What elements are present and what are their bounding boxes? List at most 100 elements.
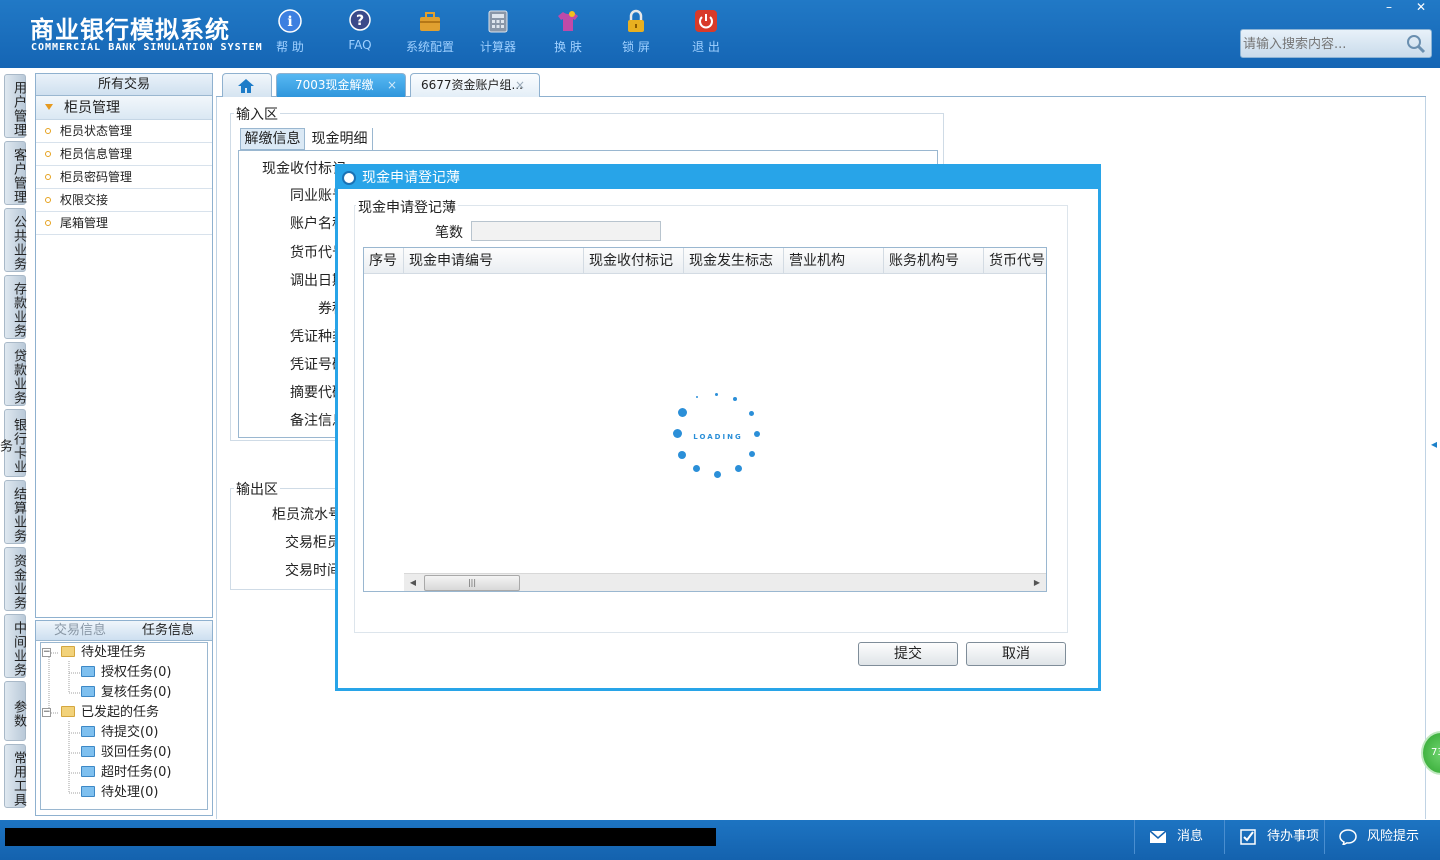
sidebar-header[interactable]: 所有交易 [36,74,212,96]
cancel-button[interactable]: 取消 [966,642,1066,666]
spinner-dot [754,431,760,437]
sidebar-item-label: 柜员状态管理 [60,124,133,138]
risk-alert-button[interactable]: 风险提示 [1324,820,1440,854]
dialog-title: 现金申请登记薄 [362,170,460,186]
sidebar-group-label: 柜员管理 [64,100,120,116]
column-header[interactable]: 现金发生标志 [684,248,784,274]
column-header[interactable]: 现金收付标记 [584,248,684,274]
close-window-button[interactable]: ✕ [1410,0,1432,16]
nav-loan-business[interactable]: 贷款业务 [4,342,26,406]
nav-parameters[interactable]: 参数 [4,681,26,741]
column-header[interactable]: 营业机构 [784,248,884,274]
toolbox-icon [420,12,440,31]
top-banner: 商业银行模拟系统 COMMERCIAL BANK SIMULATION SYST… [0,0,1440,68]
nav-customer-management[interactable]: 客户管理 [4,141,26,205]
nav-common-tools[interactable]: 常用工具 [4,744,26,808]
count-field[interactable] [471,221,661,241]
close-tab-icon[interactable]: × [515,74,525,96]
collapse-icon[interactable]: − [42,708,51,717]
minimize-button[interactable]: – [1378,0,1400,16]
todo-button[interactable]: 待办事项 [1224,820,1324,854]
nav-bank-card-business[interactable]: 银行卡业务 [0,409,26,477]
risk-alert-label: 风险提示 [1367,829,1420,844]
tree-item-timeout-tasks[interactable]: 超时任务(0) [81,763,171,783]
nav-user-management[interactable]: 用户管理 [4,74,26,138]
nav-deposit-business[interactable]: 存款业务 [4,275,26,339]
tree-item-to-process[interactable]: 待处理(0) [81,783,158,803]
tree-item-rejected-tasks[interactable]: 驳回任务(0) [81,743,171,763]
help-button[interactable]: i 帮 助 [260,8,320,55]
lock-screen-button[interactable]: 锁 屏 [606,8,666,55]
scroll-left-arrow-icon[interactable]: ◀ [404,574,422,592]
todo-label: 待办事项 [1267,829,1320,844]
spinner-dot [678,451,686,459]
faq-button[interactable]: ? FAQ [330,8,390,52]
grid-header: 序号 现金申请编号 现金收付标记 现金发生标志 营业机构 账务机构号 货币代号 [364,248,1046,274]
spinner-dot [749,411,754,416]
skin-button[interactable]: 换 肤 [538,8,598,55]
tab-label: 6677资金账户组... [421,78,523,92]
tree-item-review-tasks[interactable]: 复核任务(0) [81,683,171,703]
search-input[interactable] [1243,33,1403,55]
calculator-button[interactable]: 计算器 [468,8,528,55]
task-tree: − 待处理任务 授权任务(0) 复核任务(0) − 已发起的任务 待提交(0) 驳回… [40,642,208,810]
sidebar-item-label: 柜员密码管理 [60,170,133,184]
field-label-trade-time: 交易时间 [285,563,341,579]
tree-item-initiated-tasks[interactable]: − 已发起的任务 [42,703,159,723]
tab-transaction-info[interactable]: 交易信息 [36,621,124,640]
column-header[interactable]: 货币代号 [984,248,1046,274]
sidebar-item-permission-handover[interactable]: 权限交接 [36,189,212,212]
nav-funds-business[interactable]: 资金业务 [4,547,26,611]
column-header[interactable]: 账务机构号 [884,248,984,274]
nav-intermediary-business[interactable]: 中间业务 [4,614,26,678]
sidebar-item-teller-password[interactable]: 柜员密码管理 [36,166,212,189]
spinner-dot [673,429,682,438]
column-header[interactable]: 现金申请编号 [404,248,584,274]
tree-item-to-submit[interactable]: 待提交(0) [81,723,158,743]
output-area-legend: 输出区 [234,479,280,499]
skin-label: 换 肤 [554,40,582,54]
spinner-dot [733,397,737,401]
dialog-titlebar[interactable]: 现金申请登记薄 [338,167,1098,189]
collapse-icon[interactable]: − [42,648,51,657]
horizontal-scrollbar[interactable]: ◀ ||| ▶ [404,573,1046,591]
submit-button[interactable]: 提交 [858,642,958,666]
bullet-icon [45,128,51,134]
sidebar-item-tail-box[interactable]: 尾箱管理 [36,212,212,235]
tab-cash-remittance[interactable]: 7003现金解缴 × [276,73,406,97]
loading-spinner: LOADING [664,393,774,493]
tree-item-pending-tasks[interactable]: − 待处理任务 [42,643,146,663]
tab-home[interactable] [222,73,272,97]
close-tab-icon[interactable]: × [387,74,397,96]
tab-remittance-info[interactable]: 解缴信息 [240,128,305,150]
scroll-right-arrow-icon[interactable]: ▶ [1028,574,1046,592]
spinner-dot [696,396,698,398]
search-icon[interactable] [1405,33,1427,55]
tab-task-info[interactable]: 任务信息 [124,621,212,640]
spinner-dot [678,408,687,417]
sidebar-item-teller-status[interactable]: 柜员状态管理 [36,120,212,143]
calculator-label: 计算器 [479,40,516,54]
tree-item-label: 授权任务(0) [101,665,172,680]
tab-cash-details[interactable]: 现金明细 [307,128,373,150]
faq-icon: ? [349,9,371,31]
tree-item-label: 超时任务(0) [101,765,172,780]
scroll-thumb[interactable]: ||| [424,575,520,591]
messages-label: 消息 [1177,829,1204,844]
collapse-right-handle[interactable]: ◂ [1428,420,1440,468]
messages-button[interactable]: 消息 [1134,820,1224,854]
task-node-icon [81,666,95,677]
status-bar: 消息 待办事项 风险提示 [0,820,1440,860]
task-panel-tabs: 交易信息 任务信息 [36,621,212,641]
sidebar-item-teller-info[interactable]: 柜员信息管理 [36,143,212,166]
tab-fund-account-group[interactable]: 6677资金账户组... × [410,73,540,97]
spinner-dot [735,465,742,472]
tree-item-authorization-tasks[interactable]: 授权任务(0) [81,663,171,683]
exit-button[interactable]: 退 出 [676,8,736,55]
nav-settlement-business[interactable]: 结算业务 [4,480,26,544]
system-config-button[interactable]: 系统配置 [400,8,460,55]
column-header[interactable]: 序号 [364,248,404,274]
nav-public-business[interactable]: 公共业务 [4,208,26,272]
sidebar-group-teller-management[interactable]: 柜员管理 [36,96,212,120]
folder-icon [61,706,75,717]
